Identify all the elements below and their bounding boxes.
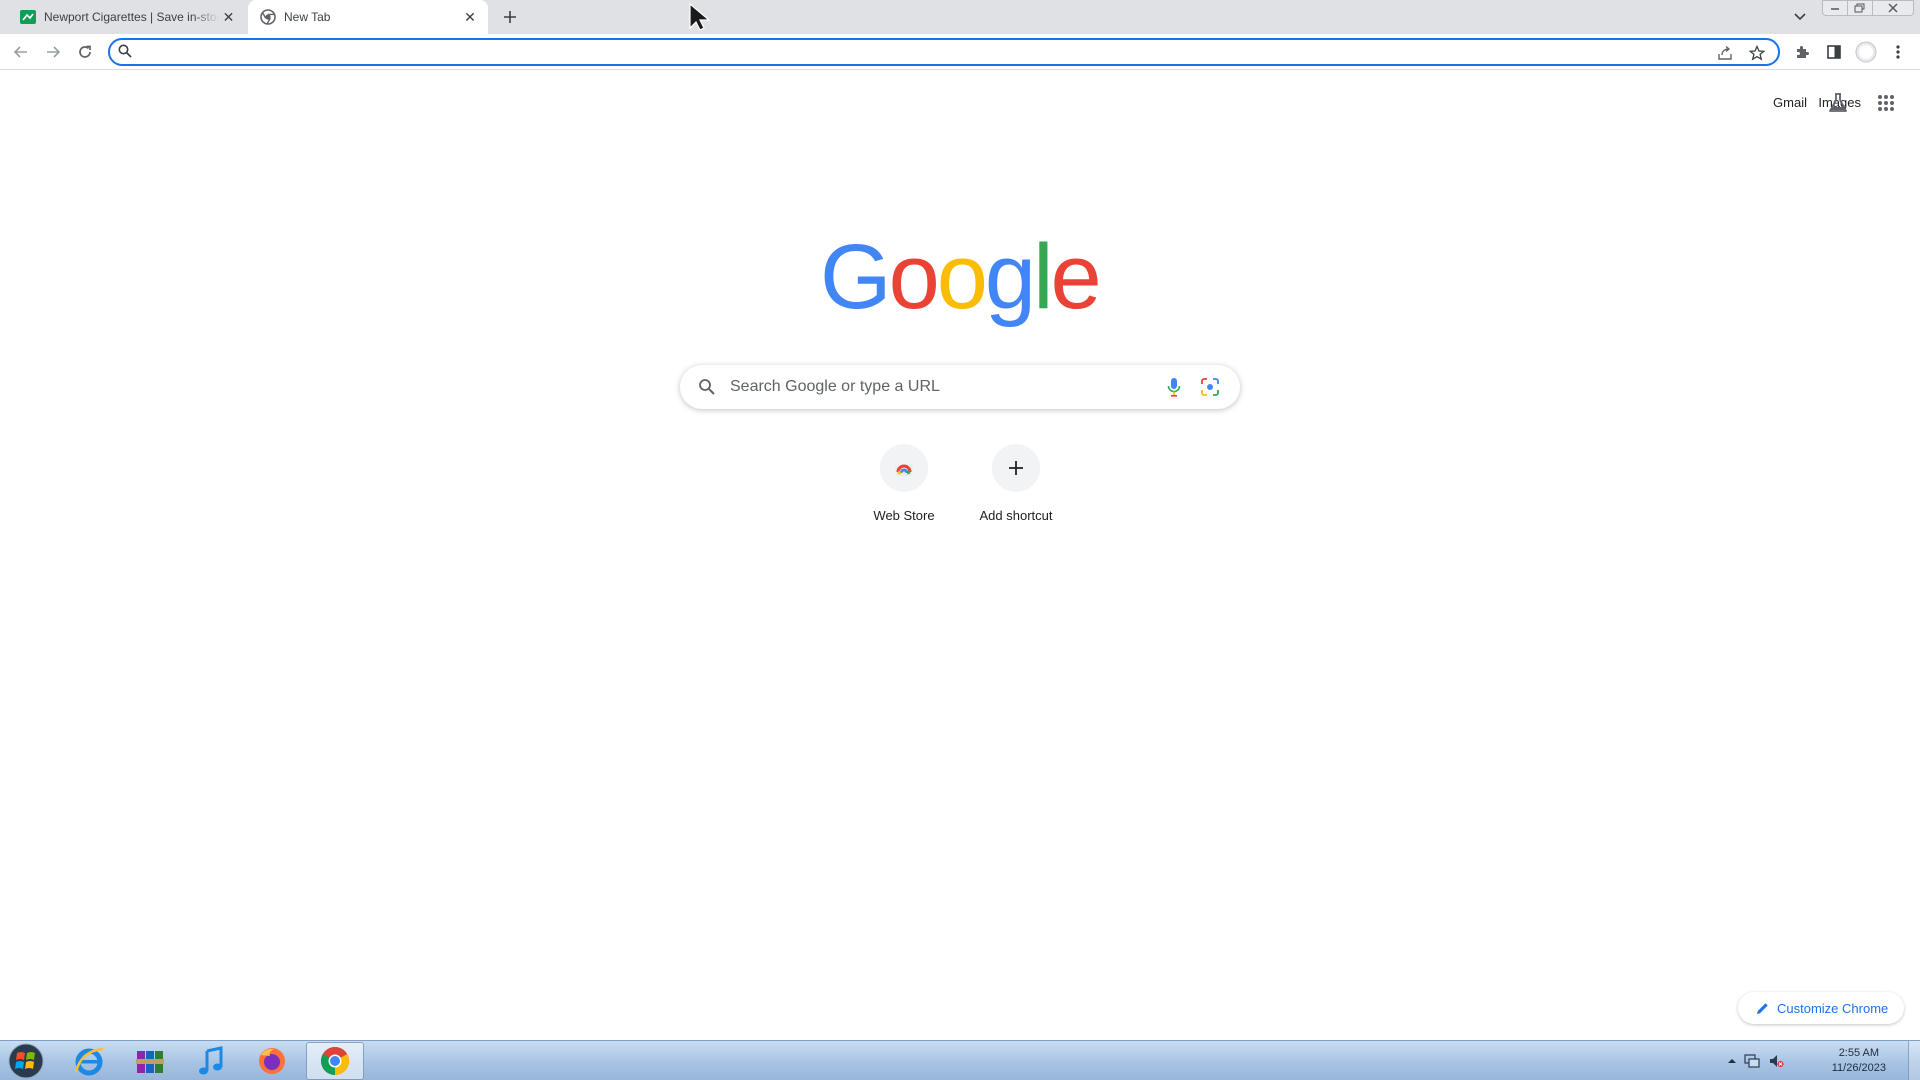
minimize-button[interactable] <box>1822 0 1848 16</box>
logo-letter: l <box>1033 226 1054 328</box>
taskbar: 2:55 AM 11/26/2023 <box>0 1040 1920 1080</box>
internet-explorer-icon <box>74 1047 104 1076</box>
chevron-down-icon <box>1794 13 1806 21</box>
taskbar-winrar[interactable] <box>121 1042 179 1080</box>
clock-date: 11/26/2023 <box>1831 1062 1886 1074</box>
chevron-up-icon[interactable] <box>1724 1053 1740 1069</box>
search-icon <box>118 44 132 63</box>
share-button[interactable] <box>1714 42 1736 64</box>
clock-time: 2:55 AM <box>1838 1047 1880 1059</box>
bookmark-star-button[interactable] <box>1746 42 1768 64</box>
network-icon[interactable] <box>1744 1053 1760 1069</box>
address-input[interactable] <box>140 42 1700 62</box>
logo-letter: o <box>936 226 988 328</box>
webstore-icon <box>880 444 928 492</box>
puzzle-icon <box>1797 46 1809 58</box>
flask-icon <box>1829 93 1847 112</box>
window-close-button[interactable] <box>1872 0 1914 16</box>
customize-chrome-button[interactable]: Customize Chrome <box>1738 992 1904 1024</box>
arrow-right-icon <box>47 46 61 58</box>
star-icon <box>1749 45 1765 61</box>
winrar-icon <box>136 1051 164 1073</box>
search-box[interactable] <box>680 365 1240 409</box>
camera-lens-icon <box>1201 378 1219 396</box>
new-tab-button[interactable] <box>498 5 522 29</box>
close-icon[interactable]: ✕ <box>219 7 238 27</box>
show-desktop-button[interactable] <box>1908 1041 1920 1080</box>
plus-icon <box>504 11 516 23</box>
close-icon[interactable]: ✕ <box>460 7 480 27</box>
taskbar-itunes[interactable] <box>182 1042 240 1080</box>
chrome-favicon-icon <box>260 9 276 25</box>
tab-search-button[interactable] <box>1788 6 1812 28</box>
forward-button[interactable] <box>39 38 67 66</box>
reload-button[interactable] <box>71 38 99 66</box>
avatar-icon <box>1855 41 1877 63</box>
clock[interactable]: 2:55 AM 11/26/2023 <box>1832 1046 1886 1076</box>
restore-button[interactable] <box>1847 0 1873 16</box>
plus-icon <box>992 444 1040 492</box>
back-button[interactable] <box>7 38 35 66</box>
minimize-icon <box>1831 8 1839 10</box>
arrow-left-icon <box>13 46 27 58</box>
side-panel-icon <box>1827 45 1841 59</box>
tab-new-tab[interactable]: New Tab ✕ <box>248 0 488 34</box>
kebab-menu-icon <box>1896 45 1900 59</box>
search-input[interactable] <box>730 377 1120 397</box>
microphone-icon <box>1167 378 1181 397</box>
tab-newport[interactable]: Newport Cigarettes | Save in-store ✕ <box>8 0 246 34</box>
logo-letter: o <box>888 226 940 328</box>
search-icon <box>698 378 716 401</box>
mouse-cursor-icon <box>689 2 711 31</box>
tab-title: Newport Cigarettes | Save in-store <box>44 10 219 24</box>
gmail-link[interactable]: Gmail <box>1773 95 1807 110</box>
taskbar-chrome[interactable] <box>306 1042 364 1080</box>
pencil-icon <box>1756 1002 1769 1015</box>
newport-favicon-icon <box>20 9 36 25</box>
logo-letter: G <box>820 226 892 328</box>
chrome-icon <box>321 1047 349 1075</box>
volume-muted-icon[interactable] <box>1768 1053 1784 1069</box>
start-button[interactable] <box>6 1042 46 1080</box>
shortcut-add[interactable]: Add shortcut <box>960 438 1072 534</box>
reload-icon <box>79 45 91 58</box>
customize-label: Customize Chrome <box>1777 1000 1889 1016</box>
tab-strip: Newport Cigarettes | Save in-store ✕ New… <box>0 0 1920 34</box>
share-icon <box>1718 45 1732 60</box>
lens-search-button[interactable] <box>1198 376 1222 398</box>
logo-letter: g <box>984 226 1036 328</box>
omnibox[interactable] <box>108 38 1780 66</box>
taskbar-internet-explorer[interactable] <box>60 1042 118 1080</box>
browser-toolbar <box>0 34 1920 70</box>
profile-button[interactable] <box>1852 38 1880 66</box>
google-logo: Google <box>820 222 1102 332</box>
google-apps-button[interactable] <box>1872 89 1900 117</box>
shortcut-label: Add shortcut <box>979 508 1053 523</box>
firefox-icon <box>259 1048 285 1074</box>
labs-button[interactable] <box>1824 89 1852 117</box>
apps-grid-icon <box>1878 95 1894 111</box>
system-tray: 2:55 AM 11/26/2023 <box>1706 1041 1906 1080</box>
windows-start-icon <box>8 1043 44 1079</box>
side-panel-button[interactable] <box>1820 38 1848 66</box>
taskbar-firefox[interactable] <box>243 1042 301 1080</box>
top-links: Gmail Images <box>1520 88 1920 118</box>
shortcut-label: Web Store <box>873 508 935 523</box>
menu-button[interactable] <box>1884 38 1912 66</box>
logo-letter: e <box>1050 226 1102 328</box>
close-icon <box>1888 3 1898 13</box>
itunes-icon <box>199 1046 223 1075</box>
voice-search-button[interactable] <box>1163 376 1185 398</box>
extensions-button[interactable] <box>1788 38 1816 66</box>
restore-icon <box>1854 3 1865 13</box>
tab-title: New Tab <box>284 10 331 24</box>
shortcut-web-store[interactable]: Web Store <box>848 438 960 534</box>
